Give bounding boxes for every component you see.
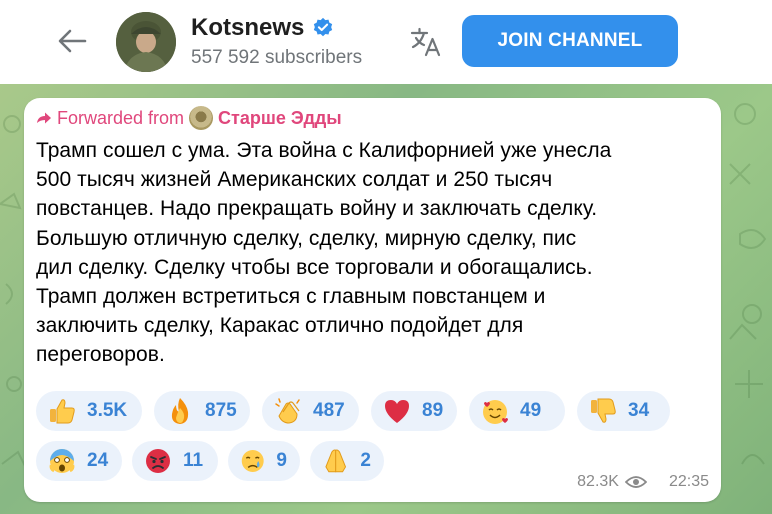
message-line: Трамп сошел с ума. Эта война с Калифорни… bbox=[36, 139, 612, 162]
crying-face-icon bbox=[241, 450, 264, 472]
reaction-folded-hands[interactable]: 2 bbox=[310, 441, 384, 481]
reaction-thumbs-down[interactable]: 34 bbox=[577, 391, 670, 431]
arrow-left-icon bbox=[58, 29, 87, 53]
forwarded-source-name[interactable]: Старше Эдды bbox=[218, 108, 342, 129]
forward-arrow-icon bbox=[37, 112, 51, 124]
message-line: заключить сделку, Каракас отлично подойд… bbox=[36, 314, 524, 338]
subscriber-count: 557 592 subscribers bbox=[191, 47, 363, 68]
reaction-count: 89 bbox=[422, 400, 444, 421]
smiling-face-with-hearts-icon bbox=[483, 400, 508, 424]
channel-avatar[interactable] bbox=[116, 12, 176, 72]
message-line: Трамп должен встретиться с главным повст… bbox=[36, 285, 546, 309]
reaction-screaming-face[interactable]: 24 bbox=[36, 441, 122, 481]
angry-face-icon bbox=[146, 449, 170, 473]
channel-title[interactable]: Kotsnews bbox=[191, 14, 334, 42]
reaction-count: 875 bbox=[205, 400, 237, 421]
message-line: повстанцев. Надо прекращать войну и закл… bbox=[36, 197, 598, 221]
message-meta: 82.3K 22:35 bbox=[577, 473, 709, 491]
screaming-face-icon bbox=[49, 449, 75, 473]
reaction-count: 24 bbox=[87, 450, 109, 471]
reaction-thumbs-up[interactable]: 3.5K bbox=[36, 391, 142, 431]
message-line: дил сделку. Сделку чтобы все торговали и… bbox=[36, 255, 593, 279]
forwarded-header[interactable]: Forwarded from Старше Эдды bbox=[36, 106, 342, 130]
chat-background: Forwarded from Старше Эдды Трамп сошел с… bbox=[0, 84, 772, 514]
reaction-count: 34 bbox=[628, 400, 650, 421]
reaction-smiling-face-with-hearts[interactable]: 49 bbox=[469, 391, 565, 431]
reaction-crying-face[interactable]: 9 bbox=[228, 441, 300, 481]
translate-icon bbox=[410, 27, 441, 57]
avatar-image bbox=[116, 12, 176, 72]
reaction-count: 49 bbox=[520, 400, 542, 421]
reaction-fire[interactable]: 875 bbox=[154, 391, 250, 431]
channel-name-text: Kotsnews bbox=[191, 14, 305, 41]
message-bubble: Forwarded from Старше Эдды Трамп сошел с… bbox=[24, 98, 721, 502]
message-line: переговоров. bbox=[36, 343, 165, 367]
reaction-clapping-hands[interactable]: 487 bbox=[262, 391, 359, 431]
reaction-count: 9 bbox=[276, 450, 287, 471]
verified-badge-icon bbox=[314, 17, 333, 37]
forwarded-prefix: Forwarded from bbox=[57, 107, 185, 128]
message-line: Большую отличную сделку, сделку, мирную … bbox=[36, 226, 577, 250]
thumbs-up-icon bbox=[50, 399, 75, 424]
reaction-count: 11 bbox=[183, 450, 204, 471]
reaction-red-heart[interactable]: 89 bbox=[371, 391, 457, 431]
clapping-hands-icon bbox=[275, 398, 300, 424]
translate-button[interactable] bbox=[408, 24, 444, 60]
reaction-count: 487 bbox=[313, 400, 345, 421]
view-count: 82.3K bbox=[577, 473, 619, 490]
join-channel-button[interactable]: JOIN CHANNEL bbox=[462, 15, 678, 67]
message-time: 22:35 bbox=[668, 473, 709, 490]
folded-hands-icon bbox=[325, 449, 347, 473]
forwarded-source-avatar bbox=[189, 106, 214, 130]
thumbs-down-icon bbox=[591, 398, 616, 423]
red-heart-icon bbox=[385, 400, 409, 423]
eye-icon bbox=[624, 476, 647, 488]
message-line: 500 тысяч жизней Американских солдат и 2… bbox=[36, 168, 553, 192]
message-text: Трамп сошел с ума. Эта война с Калифорни… bbox=[36, 136, 712, 370]
reaction-count: 3.5K bbox=[87, 400, 128, 421]
channel-header: Kotsnews 557 592 subscribers JOIN CHANNE… bbox=[0, 0, 772, 84]
fire-icon bbox=[171, 398, 189, 424]
back-button[interactable] bbox=[52, 24, 92, 58]
reaction-angry-face[interactable]: 11 bbox=[132, 441, 218, 481]
reaction-count: 2 bbox=[360, 450, 371, 471]
